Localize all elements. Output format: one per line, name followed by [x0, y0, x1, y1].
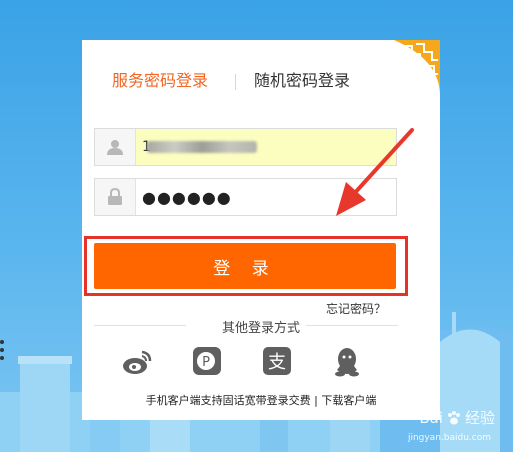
client-footer: 手机客户端支持固话宽带登录交费 | 下载客户端	[82, 392, 440, 408]
watermark-suffix: 经验	[464, 409, 495, 427]
other-methods-label: 其他登录方式	[221, 321, 300, 336]
qq-icon[interactable]	[330, 344, 364, 378]
user-icon	[95, 129, 136, 165]
lock-icon	[95, 179, 136, 215]
tab-random-password[interactable]: 随机密码登录	[254, 66, 350, 96]
footer-separator: |	[310, 394, 322, 407]
login-button[interactable]: 登 录	[94, 243, 396, 289]
footer-text: 手机客户端支持固话宽带登录交费	[145, 394, 311, 407]
svg-text:支: 支	[268, 352, 286, 373]
left-decoration	[0, 340, 4, 360]
tab-divider	[235, 74, 236, 90]
svg-text:P: P	[202, 355, 210, 370]
baidu-jingyan-watermark: Bai 经验	[419, 407, 495, 428]
password-field[interactable]	[94, 178, 397, 216]
masked-username	[147, 141, 257, 153]
tab-service-password[interactable]: 服务密码登录	[112, 66, 208, 96]
watermark-url: jingyan.baidu.com	[407, 433, 491, 443]
paw-icon	[447, 410, 460, 424]
pay-icon[interactable]: P	[190, 344, 224, 378]
username-field[interactable]	[94, 128, 397, 166]
forgot-password-link[interactable]: 忘记密码？	[326, 300, 386, 317]
password-input[interactable]	[136, 179, 396, 215]
login-panel: 服务密码登录 随机密码登录 登 录 忘记密码？ 其他登录方式	[82, 40, 440, 420]
other-login-methods: P 支	[82, 344, 440, 380]
download-client-link[interactable]: 下载客户端	[321, 394, 376, 407]
alipay-icon[interactable]: 支	[260, 344, 294, 378]
watermark-brand: Bai	[419, 408, 443, 427]
login-tabs: 服务密码登录 随机密码登录	[82, 66, 440, 96]
weibo-icon[interactable]	[120, 344, 154, 378]
